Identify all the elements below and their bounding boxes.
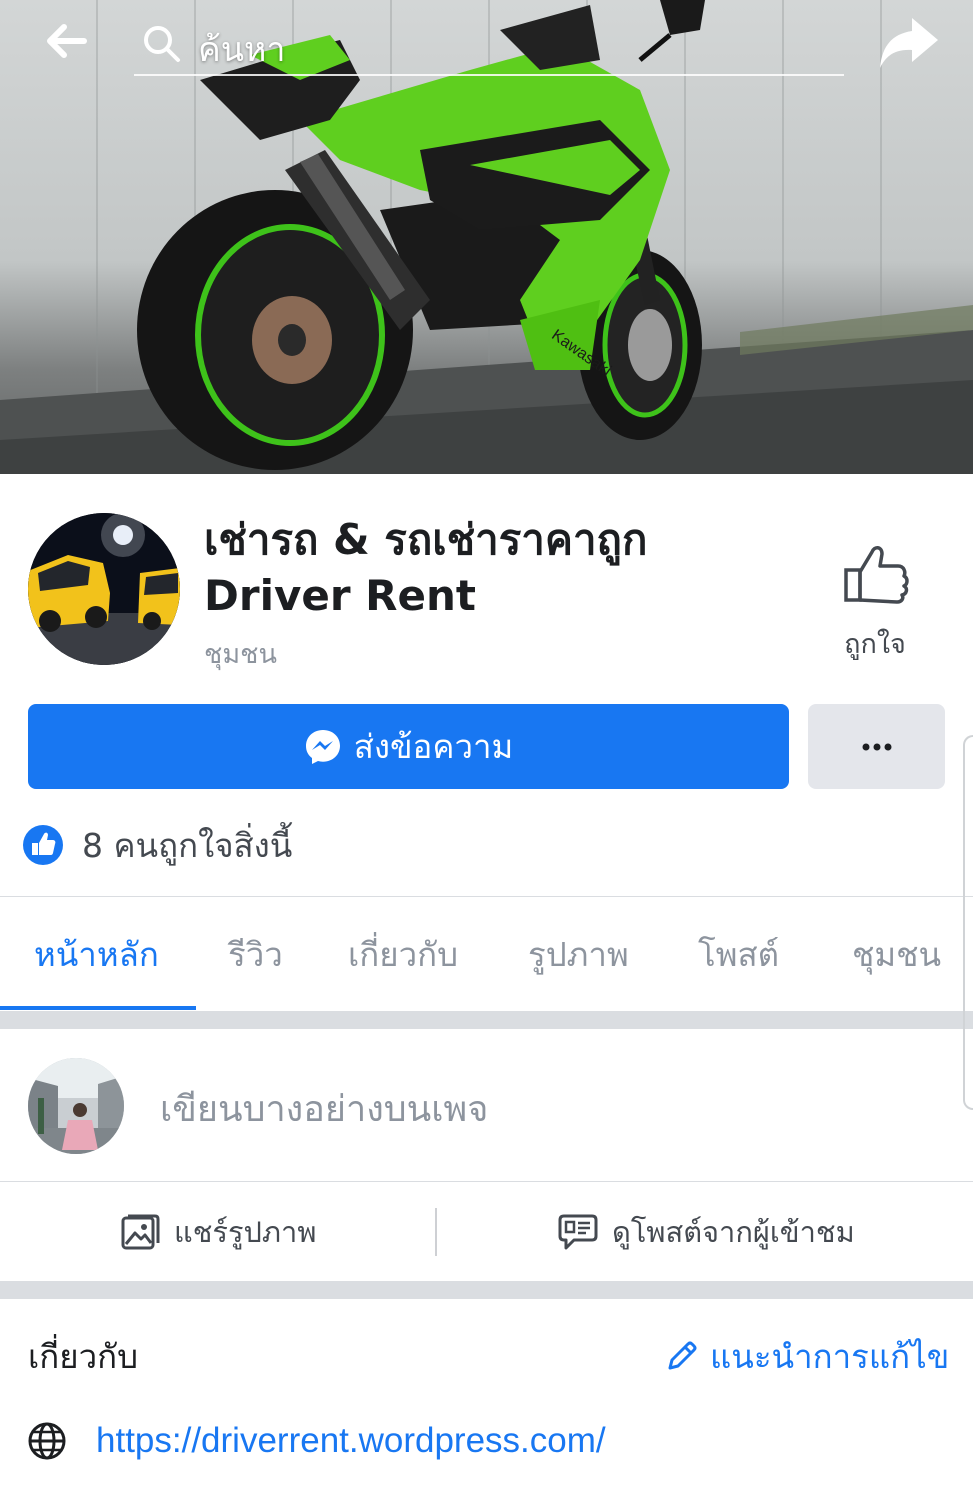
page-tabs: หน้าหลัก รีวิว เกี่ยวกับ รูปภาพ โพสต์ ชุ… [0,898,973,1010]
likes-summary[interactable]: 8 คนถูกใจสิ่งนี้ [22,820,292,870]
share-button[interactable] [876,12,942,72]
website-link[interactable]: https://driverrent.wordpress.com/ [96,1421,606,1461]
tab-about[interactable]: เกี่ยวกับ [348,898,458,1010]
tabs-top-divider [0,896,973,897]
share-photo-label: แชร์รูปภาพ [174,1215,317,1249]
page-category: ชุมชน [204,639,277,670]
visitor-posts-button[interactable]: ดูโพสต์จากผู้เข้าชม [558,1190,855,1274]
write-post-input[interactable]: เขียนบางอย่างบนเพจ [160,1080,920,1136]
search-placeholder: ค้นหา [198,30,286,70]
visitor-posts-label: ดูโพสต์จากผู้เข้าชม [612,1215,855,1249]
tab-community[interactable]: ชุมชน [852,898,941,1010]
pencil-icon [668,1341,697,1369]
arrow-left-icon [47,24,87,58]
composer-divider [0,1181,973,1182]
active-tab-indicator [0,1006,196,1010]
section-separator [0,1011,973,1029]
scroll-indicator[interactable] [963,735,973,1110]
likes-count-text: 8 คนถูกใจสิ่งนี้ [82,825,293,865]
tab-reviews[interactable]: รีวิว [228,898,283,1010]
globe-icon [28,1422,66,1460]
back-button[interactable] [40,18,92,64]
thumbs-up-outline-icon [844,546,909,604]
page-title: เช่ารถ & รถเช่าราคาถูก Driver Rent [204,515,648,620]
search-icon [144,26,180,62]
website-row: https://driverrent.wordpress.com/ [26,1420,606,1462]
share-arrow-icon [880,18,938,68]
send-message-button[interactable]: ส่งข้อความ [28,704,789,789]
tab-photos[interactable]: รูปภาพ [528,898,629,1010]
suggest-edit-button[interactable]: แนะนำการแก้ไข [664,1330,949,1383]
share-photo-button[interactable]: แชร์รูปภาพ [120,1190,316,1274]
search-bar[interactable]: ค้นหา [134,14,844,76]
cover-photo[interactable]: Kawasaki ค้นหา [0,0,973,474]
more-dots-icon [862,743,891,750]
visitor-posts-icon [558,1214,598,1250]
like-page-label: ถูกใจ [844,629,906,660]
like-reaction-icon [23,825,63,865]
about-section-title: เกี่ยวกับ [28,1337,139,1376]
section-separator [0,1281,973,1299]
more-options-button[interactable] [808,704,945,789]
tab-home[interactable]: หน้าหลัก [34,898,159,1010]
top-bar: ค้นหา [0,0,973,90]
messenger-icon [305,729,340,764]
like-page-button[interactable]: ถูกใจ [820,538,930,668]
page-avatar-image [28,513,180,665]
page-avatar[interactable] [28,513,180,665]
user-avatar-image [28,1058,124,1154]
tab-posts[interactable]: โพสต์ [698,898,779,1010]
send-message-label: ส่งข้อความ [353,727,514,766]
photo-icon [121,1214,160,1250]
suggest-edit-label: แนะนำการแก้ไข [710,1337,950,1376]
user-avatar[interactable] [28,1058,124,1154]
action-separator [435,1208,437,1256]
